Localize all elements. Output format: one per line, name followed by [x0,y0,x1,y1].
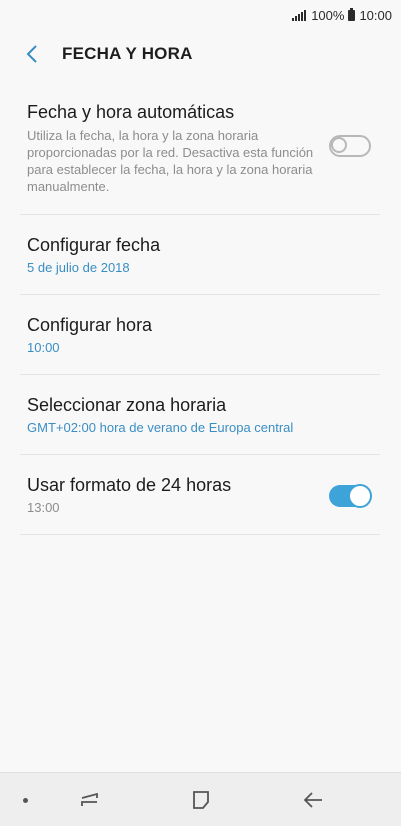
setting-title: Seleccionar zona horaria [27,395,227,415]
setting-value: 5 de julio de 2018 [27,260,130,275]
back-arrow-icon [26,45,37,63]
status-time: 10:00 [359,7,392,23]
setting-24-hour-format[interactable]: Usar formato de 24 horas 13:00 [20,455,380,535]
setting-value: GMT+02:00 hora de verano de Europa centr… [27,420,294,435]
status-bar: 100% 10:00 [0,0,401,30]
toggle-knob [348,484,372,508]
back-button[interactable] [7,30,57,78]
setting-title: Configurar hora [27,315,153,335]
setting-set-date[interactable]: Configurar fecha 5 de julio de 2018 [20,215,380,295]
back-nav-button[interactable] [298,786,328,814]
dot-icon [23,798,28,803]
recent-apps-button[interactable] [75,786,105,814]
app-bar: FECHA Y HORA [0,30,401,78]
navigation-bar [0,772,401,826]
setting-value: 10:00 [27,340,60,355]
home-button[interactable] [186,786,216,814]
setting-set-time[interactable]: Configurar hora 10:00 [20,295,380,375]
setting-description: Utiliza la fecha, la hora y la zona hora… [27,128,314,194]
recent-apps-icon [81,792,98,806]
signal-icon [292,9,307,21]
toggle-knob [331,137,347,153]
setting-title: Fecha y hora automáticas [27,102,235,122]
setting-title: Configurar fecha [27,235,161,255]
battery-icon [348,7,356,21]
setting-automatic-date-time[interactable]: Fecha y hora automáticas Utiliza la fech… [20,86,380,215]
24-hour-format-toggle[interactable] [329,484,372,508]
setting-value: 13:00 [27,500,60,515]
back-icon [303,792,322,808]
page-title: FECHA Y HORA [62,44,193,63]
setting-title: Usar formato de 24 horas [27,475,232,495]
settings-list: Fecha y hora automáticas Utiliza la fech… [20,86,380,535]
battery-percent: 100% [311,7,345,23]
automatic-date-time-toggle[interactable] [329,135,371,157]
setting-select-timezone[interactable]: Seleccionar zona horaria GMT+02:00 hora … [20,375,380,455]
home-icon [193,791,209,809]
